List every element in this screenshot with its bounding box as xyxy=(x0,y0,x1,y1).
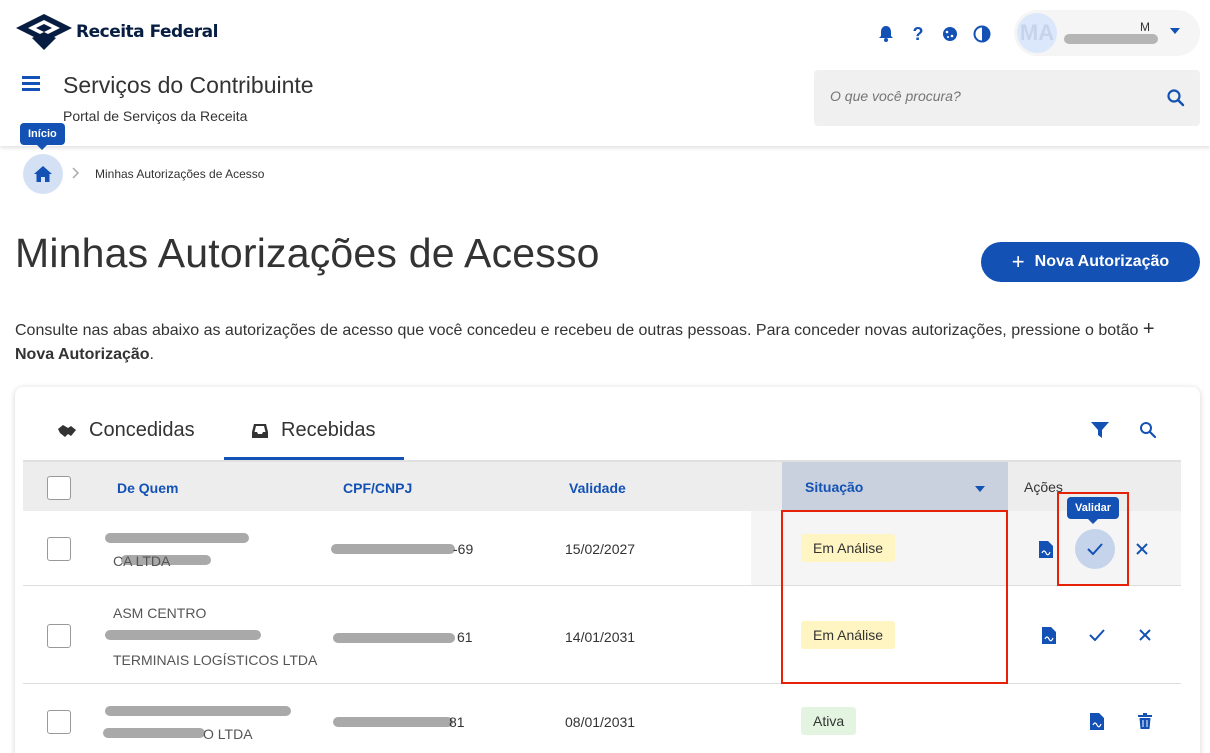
description-button-label: Nova Autorização xyxy=(15,346,150,363)
cookie-icon[interactable] xyxy=(934,22,966,46)
inbox-icon xyxy=(252,423,268,438)
status-highlight-box xyxy=(781,510,1008,684)
description-end: . xyxy=(149,346,154,363)
tab-label: Concedidas xyxy=(89,419,195,441)
status-badge: Ativa xyxy=(801,707,857,735)
doc-redacted xyxy=(333,717,453,727)
reject-button[interactable] xyxy=(1132,539,1152,559)
check-icon xyxy=(1089,629,1105,641)
row-name: TERMINAIS LOGÍSTICOS LTDA xyxy=(113,652,318,668)
row-doc: -69 xyxy=(453,541,474,557)
home-button[interactable] xyxy=(23,154,63,194)
brand-name: Receita Federal xyxy=(76,22,218,42)
site-title: Serviços do Contribuinte xyxy=(63,72,314,98)
authorizations-card: Concedidas Recebidas De Quem CPF/CNPJ Va… xyxy=(15,387,1200,753)
row-validity: 08/01/2031 xyxy=(565,714,636,730)
menu-icon[interactable] xyxy=(22,76,40,92)
sort-desc-icon[interactable] xyxy=(975,486,985,492)
validate-highlight-box xyxy=(1057,492,1129,586)
home-icon xyxy=(34,166,52,182)
page-title: Minhas Autorizações de Acesso xyxy=(15,230,600,276)
search-input[interactable] xyxy=(830,88,1150,104)
plus-icon: + xyxy=(1011,249,1025,274)
select-all-checkbox[interactable] xyxy=(47,476,71,500)
document-icon[interactable] xyxy=(1087,711,1107,731)
tab-label: Recebidas xyxy=(281,419,376,441)
row-checkbox[interactable] xyxy=(47,710,71,734)
tab-concedidas[interactable]: Concedidas xyxy=(57,419,195,442)
avatar: MA xyxy=(1017,13,1057,53)
document-icon[interactable] xyxy=(1036,539,1056,559)
search-icon[interactable] xyxy=(1139,421,1161,443)
row-doc: 61 xyxy=(457,629,473,645)
handshake-icon xyxy=(58,424,76,437)
name-redacted xyxy=(103,728,205,738)
row-doc: 81 xyxy=(449,714,465,730)
plus-icon: + xyxy=(1142,318,1155,340)
name-redacted xyxy=(105,533,249,543)
contrast-icon[interactable] xyxy=(966,22,998,46)
new-authorization-label: Nova Autorização xyxy=(1034,253,1170,270)
name-redacted xyxy=(105,706,291,716)
column-header-validity[interactable]: Validade xyxy=(569,480,626,496)
column-header-doc[interactable]: CPF/CNPJ xyxy=(343,480,412,496)
doc-redacted xyxy=(333,633,455,643)
name-redacted xyxy=(105,630,261,640)
receita-logo[interactable]: Receita Federal xyxy=(14,12,218,52)
column-header-from[interactable]: De Quem xyxy=(117,480,178,496)
breadcrumb-current: Minhas Autorizações de Acesso xyxy=(95,167,265,181)
bell-icon[interactable] xyxy=(870,22,902,46)
new-authorization-button[interactable]: + Nova Autorização xyxy=(981,242,1200,282)
help-icon[interactable]: ? xyxy=(902,22,934,46)
chevron-down-icon xyxy=(1170,28,1180,34)
filter-icon[interactable] xyxy=(1091,421,1113,443)
document-icon[interactable] xyxy=(1039,625,1059,645)
header-actions: ? xyxy=(870,22,998,46)
close-icon xyxy=(1139,629,1151,641)
validate-button[interactable] xyxy=(1087,625,1107,645)
column-header-status[interactable]: Situação xyxy=(805,479,863,495)
row-checkbox[interactable] xyxy=(47,537,71,561)
row-validity: 14/01/2031 xyxy=(565,629,636,645)
reject-button[interactable] xyxy=(1135,625,1155,645)
row-validity: 15/02/2027 xyxy=(565,541,636,557)
row-name: O LTDA xyxy=(203,726,253,742)
home-tooltip: Início xyxy=(20,123,65,150)
site-subtitle: Portal de Serviços da Receita xyxy=(63,108,248,124)
trash-icon xyxy=(1138,713,1152,729)
description-text: Consulte nas abas abaixo as autorizações… xyxy=(15,322,1139,339)
doc-redacted xyxy=(331,544,455,554)
chevron-right-icon xyxy=(72,166,80,182)
tab-recebidas[interactable]: Recebidas xyxy=(251,419,376,442)
row-name: CA LTDA xyxy=(113,553,171,569)
receita-logo-mark-icon xyxy=(14,12,74,52)
user-menu[interactable]: MA M xyxy=(1014,10,1200,56)
search-icon[interactable] xyxy=(1166,88,1188,110)
table-header: De Quem CPF/CNPJ Validade Situação Ações xyxy=(23,460,1181,513)
table-row: O LTDA 81 08/01/2031 Ativa xyxy=(23,684,1181,753)
page-description: Consulte nas abas abaixo as autorizações… xyxy=(15,317,1195,367)
site-header: Receita Federal ? MA M Serviços do Contr… xyxy=(0,0,1210,146)
row-checkbox[interactable] xyxy=(47,624,71,648)
close-icon xyxy=(1136,543,1148,555)
row-name-top: ASM CENTRO xyxy=(113,605,207,621)
delete-button[interactable] xyxy=(1135,711,1155,731)
search-bar xyxy=(814,70,1200,126)
user-initial: M xyxy=(1140,20,1150,34)
user-name-redacted xyxy=(1064,34,1158,44)
